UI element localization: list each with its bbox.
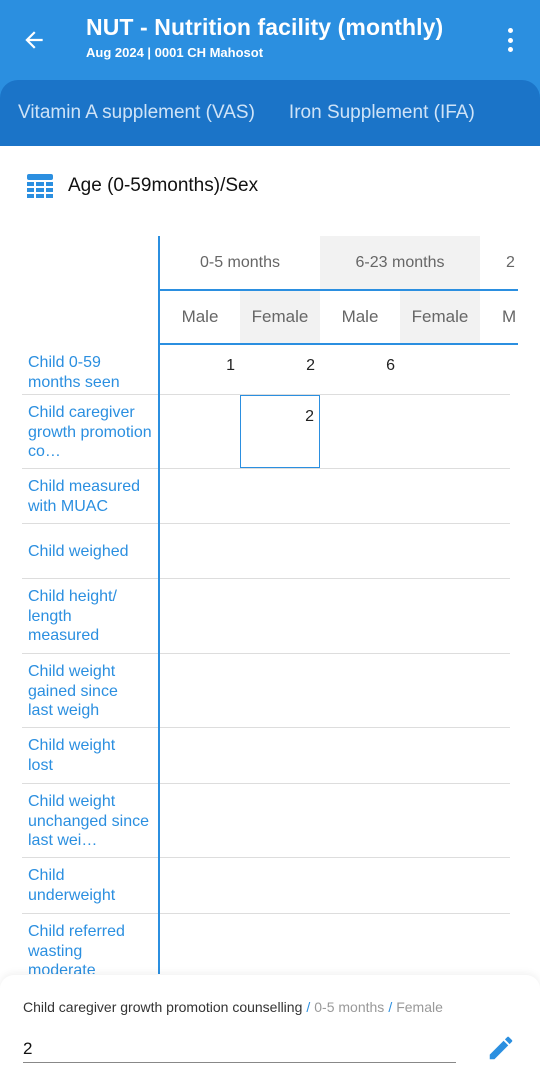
table-cell[interactable] <box>320 654 400 727</box>
edit-button[interactable] <box>486 1033 516 1063</box>
table-cell[interactable] <box>240 858 320 913</box>
breadcrumb-subgroup: Female <box>396 999 443 1015</box>
row-label: Child caregiver growth promotion co… <box>28 404 152 460</box>
table-cell[interactable] <box>320 784 400 857</box>
field-breadcrumb: Child caregiver growth promotion counsel… <box>23 999 443 1015</box>
table-row: Child weighed <box>22 524 510 579</box>
more-options-button[interactable] <box>498 24 522 56</box>
app-bar: NUT - Nutrition facility (monthly) Aug 2… <box>0 0 540 146</box>
table-cell[interactable] <box>320 728 400 783</box>
header-divider <box>158 289 518 291</box>
table-cell[interactable] <box>320 858 400 913</box>
row-label: Child height/ length measured <box>28 588 117 644</box>
table-cell[interactable] <box>400 579 480 653</box>
table-cell[interactable] <box>240 524 320 578</box>
page-title: NUT - Nutrition facility (monthly) <box>86 14 444 40</box>
table-cell[interactable] <box>400 914 480 974</box>
row-label: Child weight lost <box>28 737 116 774</box>
row-label: Child measured with MUAC <box>28 478 141 515</box>
table-row: Child weight lost <box>22 728 510 784</box>
column-group-partial: 2 <box>506 253 515 271</box>
subheader-male: Male <box>341 307 379 326</box>
table-row: Child 0-59 months seen 1 2 6 <box>22 345 510 395</box>
breadcrumb-separator: / <box>306 999 311 1015</box>
data-table: 0-5 months 6-23 months 2 Male Female Mal… <box>22 236 518 974</box>
table-cell[interactable] <box>320 524 400 578</box>
table-cell[interactable] <box>240 654 320 727</box>
table-cell-selected[interactable]: 2 <box>240 395 320 468</box>
row-label: Child underweight <box>28 867 116 904</box>
column-group-6-23-months: 6-23 months <box>320 236 480 289</box>
table-cell[interactable] <box>400 395 480 468</box>
more-vert-icon <box>507 28 513 33</box>
back-button[interactable] <box>16 22 52 58</box>
section-title: Age (0-59months)/Sex <box>68 175 259 196</box>
table-row: Child measured with MUAC <box>22 469 510 524</box>
column-group-0-5-months: 0-5 months <box>199 253 281 271</box>
edit-pencil-icon <box>489 1036 513 1060</box>
row-label: Child weight gained since last weigh <box>28 663 118 719</box>
table-cell[interactable] <box>160 728 240 783</box>
tab-vas[interactable]: Vitamin A supplement (VAS) <box>0 102 272 124</box>
table-row: Child weight unchanged since last wei… <box>22 784 510 858</box>
table-cell[interactable] <box>160 579 240 653</box>
table-cell[interactable] <box>320 914 400 974</box>
table-cell[interactable] <box>240 784 320 857</box>
table-cell[interactable] <box>160 784 240 857</box>
table-cell[interactable]: 1 <box>160 345 240 394</box>
table-cell[interactable] <box>400 469 480 523</box>
value-editor-panel: Child caregiver growth promotion counsel… <box>0 975 540 1089</box>
row-label: Child referred wasting moderate <box>28 923 125 974</box>
table-cell[interactable] <box>240 469 320 523</box>
table-cell[interactable] <box>400 524 480 578</box>
table-cell[interactable] <box>160 395 240 468</box>
table-cell[interactable] <box>160 914 240 974</box>
table-cell[interactable] <box>240 728 320 783</box>
table-cell[interactable] <box>240 579 320 653</box>
page-subtitle: Aug 2024 | 0001 CH Mahosot <box>86 45 264 60</box>
subheader-female: Female <box>400 291 480 343</box>
table-row: Child height/ length measured <box>22 579 510 654</box>
column-divider <box>158 236 160 974</box>
table-cell[interactable] <box>320 395 400 468</box>
table-cell[interactable] <box>160 858 240 913</box>
value-input[interactable] <box>23 1035 456 1063</box>
table-cell[interactable] <box>400 728 480 783</box>
table-cell[interactable] <box>160 469 240 523</box>
table-row: Child referred wasting moderate <box>22 914 510 974</box>
breadcrumb-separator: / <box>388 999 393 1015</box>
table-cell[interactable] <box>240 914 320 974</box>
table-row: Child weight gained since last weigh <box>22 654 510 728</box>
table-row: Child underweight <box>22 858 510 914</box>
table-cell[interactable] <box>320 579 400 653</box>
table-cell[interactable] <box>400 654 480 727</box>
row-label: Child 0-59 months seen <box>28 354 120 391</box>
tab-ifa[interactable]: Iron Supplement (IFA) <box>272 102 492 124</box>
breadcrumb-group: 0-5 months <box>314 999 385 1015</box>
table-cell[interactable] <box>400 858 480 913</box>
table-cell[interactable] <box>400 784 480 857</box>
breadcrumb-field: Child caregiver growth promotion counsel… <box>23 999 303 1015</box>
table-cell[interactable] <box>320 469 400 523</box>
row-label: Child weight unchanged since last wei… <box>28 793 149 849</box>
subheader-female: Female <box>240 291 320 343</box>
row-label: Child weighed <box>28 543 129 560</box>
table-cell[interactable]: 6 <box>320 345 400 394</box>
table-cell[interactable] <box>400 345 480 394</box>
subheader-male: Male <box>181 307 219 326</box>
table-cell[interactable] <box>160 524 240 578</box>
table-row: Child caregiver growth promotion co… 2 <box>22 395 510 469</box>
arrow-back-icon <box>25 31 43 49</box>
table-icon <box>27 174 53 198</box>
subheader-partial: M <box>502 307 517 326</box>
table-cell[interactable] <box>160 654 240 727</box>
tab-bar: Vitamin A supplement (VAS) Iron Suppleme… <box>0 80 540 146</box>
table-cell[interactable]: 2 <box>240 345 320 394</box>
section-header: Age (0-59months)/Sex <box>26 172 258 200</box>
